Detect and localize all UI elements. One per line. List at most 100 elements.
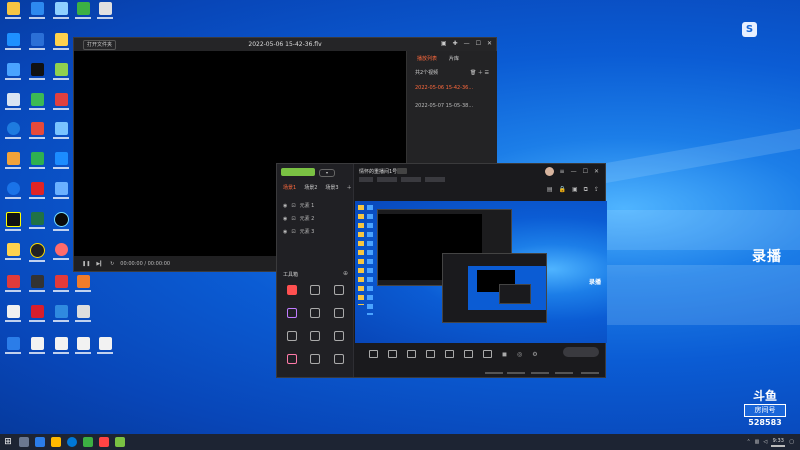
maximize-icon[interactable]: ☐ [476, 40, 481, 47]
toolbox-item[interactable] [303, 331, 327, 343]
desktop-icon[interactable] [2, 152, 24, 178]
taskbar-app-icon[interactable] [99, 437, 109, 447]
next-icon[interactable]: ▶▎ [96, 261, 104, 267]
lock-icon[interactable]: ⊡ [291, 229, 295, 235]
menu-icon[interactable]: ≡ [560, 168, 565, 175]
control-button[interactable] [407, 349, 416, 359]
control-button[interactable] [483, 349, 492, 359]
toolbox-item[interactable] [327, 354, 351, 366]
eye-icon[interactable]: ◉ [283, 203, 287, 209]
loop-icon[interactable]: ↻ [110, 261, 114, 267]
desktop-icon[interactable] [50, 122, 72, 148]
share-icon[interactable]: ⇪ [594, 186, 599, 194]
eye-icon[interactable]: ◉ [283, 229, 287, 235]
control-button[interactable] [445, 349, 454, 359]
control-button[interactable] [464, 349, 473, 359]
control-button[interactable] [388, 349, 397, 359]
desktop-icon[interactable] [26, 305, 48, 331]
desktop-icon[interactable] [2, 337, 24, 363]
taskbar-app-icon[interactable] [115, 437, 125, 447]
desktop-icon[interactable] [26, 93, 48, 119]
desktop-icon[interactable] [2, 243, 24, 269]
windows-start-icon[interactable]: ⊞ [0, 434, 16, 450]
scene-item[interactable]: ◉ ⊡ 元素 1 [283, 201, 347, 210]
open-folder-button[interactable]: 打开文件夹 [83, 39, 117, 50]
avatar[interactable] [544, 167, 554, 176]
control-button[interactable] [369, 349, 378, 359]
playlist-item[interactable]: 2022-05-06 15-42-36... [407, 79, 497, 97]
toolbox-item[interactable] [280, 285, 304, 297]
toolbox-item[interactable] [280, 308, 304, 320]
desktop-icon[interactable] [72, 337, 94, 363]
taskbar-app-icon[interactable] [83, 437, 93, 447]
tab-scene-1[interactable]: 场景1 [283, 184, 296, 191]
toolbox-item[interactable] [303, 285, 327, 297]
minimize-icon[interactable]: — [571, 168, 577, 175]
desktop-icon[interactable] [50, 243, 72, 269]
eye-icon[interactable]: ◉ [283, 216, 287, 222]
desktop-icon[interactable] [72, 305, 94, 331]
scene-item[interactable]: ◉ ⊡ 元素 2 [283, 214, 347, 223]
desktop-icon[interactable] [50, 152, 72, 178]
desktop-icon[interactable] [50, 33, 72, 59]
app-shortcut-icon[interactable]: S [742, 22, 757, 37]
notification-icon[interactable]: ▢ [789, 439, 794, 445]
tab-scene-2[interactable]: 场景2 [304, 184, 317, 191]
desktop-icon[interactable] [26, 122, 48, 148]
desktop-icon[interactable] [50, 182, 72, 208]
toolbox-item[interactable] [303, 308, 327, 320]
close-icon[interactable]: ✕ [487, 40, 492, 47]
desktop-icon[interactable] [26, 337, 48, 363]
desktop-icon[interactable] [2, 63, 24, 89]
player-titlebar[interactable]: 打开文件夹 2022-05-06 15-42-36.flv ▣ ✚ — ☐ ✕ [74, 38, 496, 51]
desktop-icon[interactable] [72, 2, 94, 28]
desktop-icon[interactable] [50, 93, 72, 119]
stream-preview[interactable]: 录播 [355, 201, 607, 343]
delete-icon[interactable]: 🗑 [470, 70, 476, 76]
desktop-icon[interactable] [2, 212, 24, 238]
toolbox-settings-icon[interactable]: ⊕ [343, 270, 348, 277]
layout-icon[interactable]: ▤ [547, 186, 553, 194]
desktop-icon[interactable] [2, 33, 24, 59]
desktop-icon[interactable] [26, 2, 48, 28]
desktop-icon[interactable] [50, 275, 72, 301]
desktop-icon[interactable] [50, 337, 72, 363]
desktop-icon[interactable] [26, 212, 48, 238]
toolbox-item[interactable] [280, 354, 304, 366]
desktop-icon[interactable] [50, 305, 72, 331]
desktop-icon[interactable] [2, 182, 24, 208]
folder-icon[interactable] [51, 437, 61, 447]
settings-icon[interactable]: ⚙ [532, 351, 537, 358]
playlist-item[interactable]: 2022-05-07 15-05-38... [407, 97, 497, 115]
close-icon[interactable]: ✕ [594, 168, 599, 175]
tab-scene-3[interactable]: 场景3 [325, 184, 338, 191]
taskbar-clock[interactable]: 9:33 [771, 438, 786, 447]
desktop-icon[interactable] [94, 337, 116, 363]
window-icon[interactable]: ⧉ [584, 186, 588, 194]
screen-icon[interactable]: ▣ [572, 186, 578, 194]
control-button[interactable] [426, 349, 435, 359]
browser-icon[interactable] [67, 437, 77, 447]
toolbox-item[interactable] [327, 331, 351, 343]
desktop-icon[interactable] [2, 122, 24, 148]
search-icon[interactable] [19, 437, 29, 447]
desktop-icon[interactable] [2, 93, 24, 119]
desktop-icon[interactable] [50, 63, 72, 89]
lock-icon[interactable]: ⊡ [291, 216, 295, 222]
desktop-icon[interactable] [50, 212, 72, 238]
desktop-icon[interactable] [2, 305, 24, 331]
volume-icon[interactable]: ◁ [763, 439, 767, 445]
desktop-icon[interactable] [94, 2, 116, 28]
desktop-icon[interactable] [26, 33, 48, 59]
desktop-icon[interactable] [2, 2, 24, 28]
scene-item[interactable]: ◉ ⊡ 元素 3 [283, 227, 347, 236]
desktop-icon[interactable] [72, 275, 94, 301]
pause-icon[interactable]: ❚❚ [82, 261, 90, 267]
lock-icon[interactable]: 🔒 [559, 186, 566, 194]
lock-icon[interactable]: ⊡ [291, 203, 295, 209]
toolbox-item[interactable] [280, 331, 304, 343]
streaming-app-window[interactable]: ▾ 场景1 场景2 场景3 ＋ ◉ ⊡ 元素 1 ◉ ⊡ 元素 2 ◉ ⊡ 元素 3 工具箱… [276, 163, 607, 378]
tray-chevron-icon[interactable]: ⌃ [746, 439, 750, 445]
desktop-icon[interactable] [26, 182, 48, 208]
desktop-icon[interactable] [26, 243, 48, 269]
